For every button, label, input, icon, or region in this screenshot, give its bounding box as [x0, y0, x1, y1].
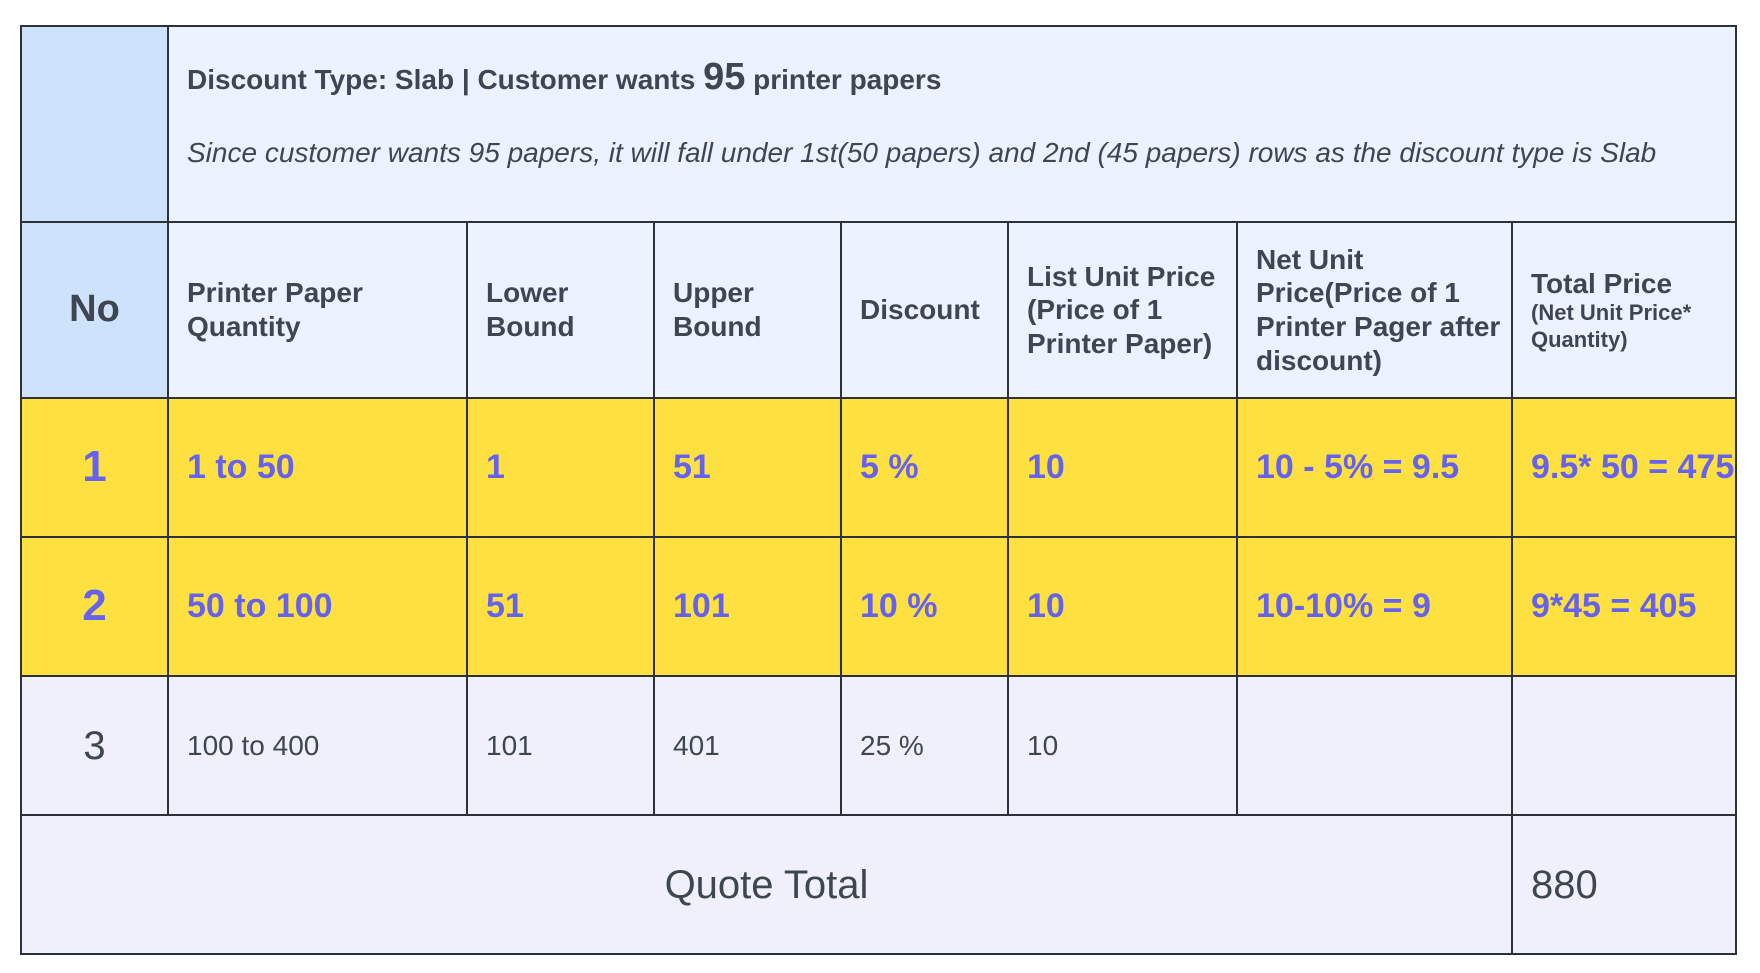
row-total-price [1511, 675, 1737, 816]
header-upper-bound: Upper Bound [653, 221, 842, 399]
row-upper-bound: 401 [653, 675, 842, 816]
quote-total-value: 880 [1511, 814, 1737, 955]
row-lower-bound: 1 [466, 397, 655, 538]
row-total-price: 9*45 = 405 [1511, 536, 1737, 677]
header-quantity: Printer Paper Quantity [167, 221, 468, 399]
row-discount: 25 % [840, 675, 1009, 816]
row-net-unit-price [1236, 675, 1513, 816]
header-net-unit-price: Net Unit Price(Price of 1 Printer Pager … [1236, 221, 1513, 399]
row-net-unit-price: 10-10% = 9 [1236, 536, 1513, 677]
table-row: 3 100 to 400 101 401 25 % 10 [20, 675, 1737, 816]
header-total-price: Total Price (Net Unit Price* Quantity) [1511, 221, 1737, 399]
header-row: No Printer Paper Quantity Lower Bound Up… [20, 221, 1737, 399]
row-no: 3 [20, 675, 169, 816]
row-no: 1 [20, 397, 169, 538]
table-row: 2 50 to 100 51 101 10 % 10 10-10% = 9 9*… [20, 536, 1737, 677]
slab-discount-table: Discount Type: Slab | Customer wants 95 … [20, 25, 1737, 955]
header-list-unit-price: List Unit Price (Price of 1 Printer Pape… [1007, 221, 1238, 399]
info-no-cell [20, 25, 169, 223]
header-lower-bound: Lower Bound [466, 221, 655, 399]
row-net-unit-price: 10 - 5% = 9.5 [1236, 397, 1513, 538]
table-row: 1 1 to 50 1 51 5 % 10 10 - 5% = 9.5 9.5*… [20, 397, 1737, 538]
quote-total-row: Quote Total 880 [20, 814, 1737, 955]
info-note: Since customer wants 95 papers, it will … [187, 136, 1657, 168]
header-total-price-subtitle: (Net Unit Price* Quantity) [1531, 300, 1692, 352]
row-quantity: 1 to 50 [167, 397, 468, 538]
discount-type-title: Discount Type: Slab | Customer wants 95 … [187, 55, 1705, 101]
row-list-unit-price: 10 [1007, 397, 1238, 538]
header-discount: Discount [840, 221, 1009, 399]
title-suffix: printer papers [745, 64, 942, 95]
row-no: 2 [20, 536, 169, 677]
row-lower-bound: 101 [466, 675, 655, 816]
header-total-price-label: Total Price [1531, 267, 1673, 299]
row-quantity: 100 to 400 [167, 675, 468, 816]
row-list-unit-price: 10 [1007, 675, 1238, 816]
title-quantity: 95 [703, 56, 746, 98]
info-cell: Discount Type: Slab | Customer wants 95 … [167, 25, 1737, 223]
title-prefix: Discount Type: Slab | Customer wants [187, 64, 704, 95]
row-discount: 10 % [840, 536, 1009, 677]
header-no: No [20, 221, 169, 399]
row-quantity: 50 to 100 [167, 536, 468, 677]
quote-total-label: Quote Total [20, 814, 1513, 955]
row-lower-bound: 51 [466, 536, 655, 677]
row-total-price: 9.5* 50 = 475 [1511, 397, 1737, 538]
row-upper-bound: 51 [653, 397, 842, 538]
row-upper-bound: 101 [653, 536, 842, 677]
info-row: Discount Type: Slab | Customer wants 95 … [20, 25, 1737, 223]
row-list-unit-price: 10 [1007, 536, 1238, 677]
row-discount: 5 % [840, 397, 1009, 538]
